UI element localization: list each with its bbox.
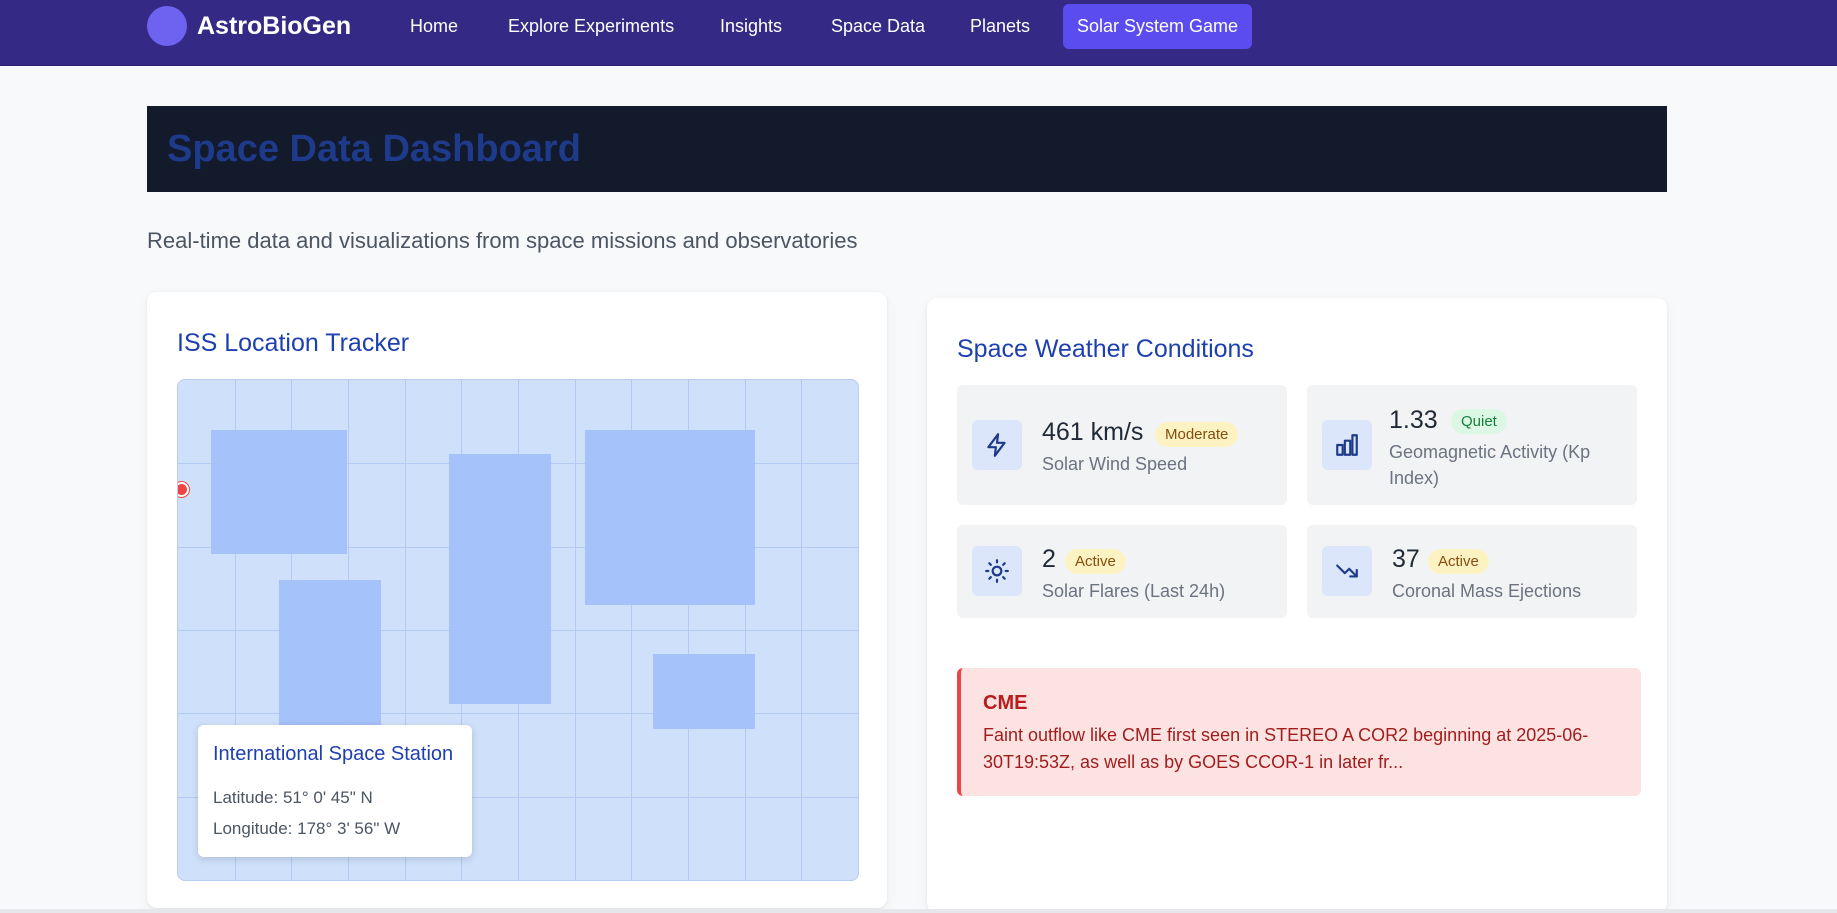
iss-longitude: Longitude: 178° 3' 56" W <box>213 819 401 838</box>
iss-tracker-card: ISS Location Tracker International Space… <box>147 292 887 908</box>
cme-label: Coronal Mass Ejections <box>1392 581 1582 601</box>
nav-home[interactable]: Home <box>396 4 472 49</box>
iss-card-title: ISS Location Tracker <box>177 329 410 357</box>
solar-wind-tile: 461 km/s Moderate Solar Wind Speed <box>957 385 1287 505</box>
continent-shape <box>653 654 755 729</box>
nav-planets[interactable]: Planets <box>956 4 1044 49</box>
cme-value: 37 <box>1392 545 1420 573</box>
solar-wind-value: 461 km/s <box>1042 418 1144 446</box>
status-badge: Active <box>1065 549 1126 574</box>
geomagnetic-tile: 1.33 Quiet Geomagnetic Activity (Kp Inde… <box>1307 385 1637 505</box>
nav-insights[interactable]: Insights <box>706 4 796 49</box>
brand-logo-icon <box>147 6 187 46</box>
weather-card-title: Space Weather Conditions <box>957 335 1254 363</box>
status-badge: Quiet <box>1451 409 1507 434</box>
nav-space-data[interactable]: Space Data <box>817 4 939 49</box>
alert-text: Faint outflow like CME first seen in STE… <box>983 725 1589 772</box>
solar-flares-tile: 2 Active Solar Flares (Last 24h) <box>957 525 1287 618</box>
space-weather-card: Space Weather Conditions 461 km/s Modera… <box>927 298 1667 913</box>
iss-location-marker[interactable] <box>178 482 189 497</box>
page-divider <box>0 909 1837 913</box>
sun-icon <box>972 546 1022 596</box>
continent-shape <box>211 430 347 554</box>
cme-tile: 37 Active Coronal Mass Ejections <box>1307 525 1637 618</box>
nav-solar-system-game[interactable]: Solar System Game <box>1063 4 1253 49</box>
continent-shape <box>279 580 381 730</box>
hero-banner: Space Data Dashboard <box>147 106 1667 192</box>
iss-latitude: Latitude: 51° 0' 45" N <box>213 788 373 807</box>
page-subtitle: Real-time data and visualizations from s… <box>147 228 858 253</box>
iss-info-popup: International Space Station Latitude: 51… <box>198 725 472 857</box>
solar-wind-label: Solar Wind Speed <box>1042 454 1188 474</box>
status-badge: Moderate <box>1155 422 1239 447</box>
geomagnetic-value: 1.33 <box>1389 406 1438 434</box>
lightning-icon <box>972 420 1022 470</box>
trending-down-icon <box>1322 546 1372 596</box>
solar-flares-value: 2 <box>1042 545 1056 573</box>
iss-map[interactable]: International Space Station Latitude: 51… <box>177 379 859 881</box>
top-navbar: AstroBioGen Home Explore Experiments Ins… <box>0 0 1837 66</box>
iss-popup-title: International Space Station <box>213 743 454 765</box>
geomagnetic-label: Geomagnetic Activity (Kp Index) <box>1389 442 1591 488</box>
alert-title: CME <box>983 692 1028 714</box>
continent-shape <box>585 430 755 605</box>
brand-name: AstroBioGen <box>197 11 352 40</box>
solar-flares-label: Solar Flares (Last 24h) <box>1042 581 1226 601</box>
brand[interactable]: AstroBioGen <box>147 6 351 46</box>
bar-chart-icon <box>1322 420 1372 470</box>
page-title: Space Data Dashboard <box>167 128 581 170</box>
cme-alert: CME Faint outflow like CME first seen in… <box>957 668 1641 796</box>
continent-shape <box>449 454 551 704</box>
status-badge: Active <box>1428 549 1489 574</box>
nav-explore-experiments[interactable]: Explore Experiments <box>494 4 688 49</box>
